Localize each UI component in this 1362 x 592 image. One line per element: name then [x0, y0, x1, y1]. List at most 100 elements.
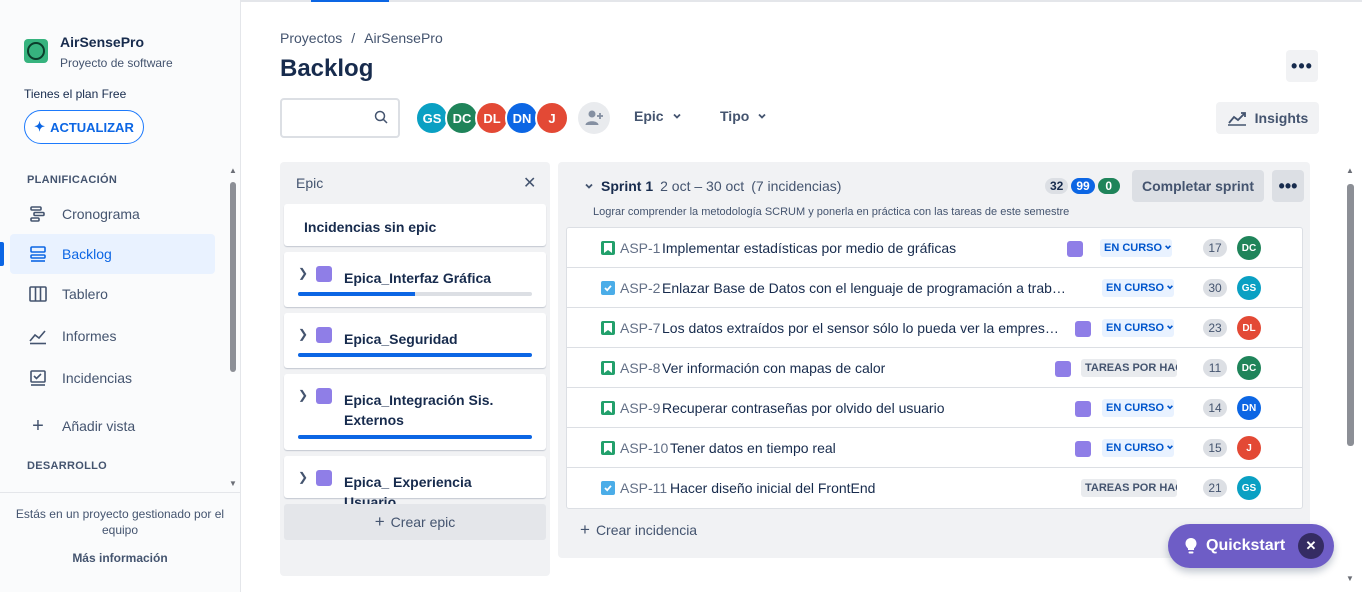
epic-color-swatch	[316, 388, 332, 404]
jira-backlog-app: AirSensePro Proyecto de software Tienes …	[0, 0, 1362, 592]
issue-title[interactable]: Ver información con mapas de calor	[662, 360, 885, 376]
status-dropdown[interactable]: EN CURSO	[1102, 279, 1174, 297]
epic-color-swatch	[1075, 401, 1091, 417]
more-info-link[interactable]: Más información	[0, 550, 240, 566]
issue-row[interactable]: ASP-8 Ver información con mapas de calor T…	[567, 348, 1302, 388]
assignee-avatar[interactable]: DN	[1237, 396, 1261, 420]
sidebar-item-tablero[interactable]: Tablero	[10, 274, 215, 314]
chevron-right-icon[interactable]: ❯	[298, 470, 308, 484]
story-points-badge[interactable]: 21	[1203, 479, 1227, 497]
story-points-badge[interactable]: 17	[1203, 239, 1227, 257]
epic-card[interactable]: ❯ Epica_Interfaz Gráfica	[284, 252, 546, 307]
more-actions-button[interactable]: •••	[1286, 50, 1318, 82]
avatar[interactable]: GS	[415, 101, 449, 135]
status-label: EN CURSO	[1104, 242, 1163, 254]
assignee-avatar[interactable]: DC	[1237, 356, 1261, 380]
epic-card[interactable]: ❯ Epica_Seguridad	[284, 313, 546, 368]
sprint-header[interactable]: Sprint 1 2 oct – 30 oct (7 incidencias)	[584, 178, 841, 194]
status-label: EN CURSO	[1106, 322, 1165, 334]
issue-row[interactable]: ASP-2 Enlazar Base de Datos con el lengua…	[567, 268, 1302, 308]
assignee-avatar[interactable]: GS	[1237, 476, 1261, 500]
breadcrumb-project[interactable]: AirSensePro	[364, 30, 443, 46]
epic-filter-dropdown[interactable]: Epic	[634, 108, 682, 124]
avatar[interactable]: DN	[505, 101, 539, 135]
issue-key[interactable]: ASP-11	[620, 480, 667, 496]
epic-card[interactable]: ❯ Epica_Integración Sis. Externos	[284, 374, 546, 450]
assignee-avatar[interactable]: J	[1237, 436, 1261, 460]
issue-key[interactable]: ASP-9	[620, 400, 660, 416]
sprint-more-button[interactable]: •••	[1272, 170, 1304, 202]
issue-title[interactable]: Los datos extraídos por el sensor sólo l…	[662, 320, 1065, 336]
no-epic-item[interactable]: Incidencias sin epic	[284, 204, 546, 246]
sidebar-item-cronograma[interactable]: Cronograma	[10, 194, 215, 234]
issue-title[interactable]: Implementar estadísticas por medio de gr…	[662, 240, 956, 256]
chevron-right-icon[interactable]: ❯	[298, 266, 308, 280]
epic-color-swatch	[316, 327, 332, 343]
project-header[interactable]: AirSensePro Proyecto de software	[24, 34, 173, 70]
avatar[interactable]: DC	[445, 101, 479, 135]
status-dropdown[interactable]: EN CURSO	[1102, 399, 1174, 417]
status-dropdown[interactable]: EN CURSO	[1102, 319, 1174, 337]
epic-color-swatch	[1075, 441, 1091, 457]
issue-key[interactable]: ASP-8	[620, 360, 660, 376]
quickstart-button[interactable]: Quickstart ✕	[1168, 524, 1334, 568]
type-filter-dropdown[interactable]: Tipo	[720, 108, 767, 124]
main-scrollbar[interactable]: ▲ ▼	[1345, 166, 1355, 586]
issue-row[interactable]: ASP-1 Implementar estadísticas por medio …	[567, 228, 1302, 268]
issue-title[interactable]: Tener datos en tiempo real	[670, 440, 836, 456]
story-points-badge[interactable]: 30	[1203, 279, 1227, 297]
issue-title[interactable]: Hacer diseño inicial del FrontEnd	[670, 480, 875, 496]
status-dropdown[interactable]: EN CURSO	[1100, 239, 1172, 257]
epic-card[interactable]: ❯ Epica_ Experiencia Usuario	[284, 456, 546, 510]
issue-title[interactable]: Recuperar contraseñas por olvido del usu…	[662, 400, 945, 416]
issue-key[interactable]: ASP-7	[620, 320, 660, 336]
issue-title[interactable]: Enlazar Base de Datos con el lenguaje de…	[662, 280, 1072, 296]
sidebar-scrollbar[interactable]: ▲ ▼	[229, 166, 237, 491]
search-input[interactable]	[280, 98, 400, 138]
assignee-avatar[interactable]: DL	[1237, 316, 1261, 340]
create-epic-button[interactable]: + Crear epic	[284, 504, 546, 540]
create-issue-button[interactable]: + Crear incidencia	[580, 520, 697, 540]
assignee-avatar[interactable]: GS	[1237, 276, 1261, 300]
issue-key[interactable]: ASP-10	[620, 440, 668, 456]
sidebar-item-informes[interactable]: Informes	[10, 316, 215, 356]
issue-list: ASP-1 Implementar estadísticas por medio …	[566, 227, 1303, 509]
issue-row[interactable]: ASP-11 Hacer diseño inicial del FrontEnd T…	[567, 468, 1302, 508]
issue-row[interactable]: ASP-9 Recuperar contraseñas por olvido de…	[567, 388, 1302, 428]
story-points-badge[interactable]: 15	[1203, 439, 1227, 457]
story-points-badge[interactable]: 14	[1203, 399, 1227, 417]
chevron-down-icon	[1164, 242, 1172, 254]
upgrade-button[interactable]: ✦ ACTUALIZAR	[24, 110, 144, 144]
scroll-up-icon[interactable]: ▲	[1346, 166, 1354, 175]
scroll-up-icon[interactable]: ▲	[229, 166, 237, 175]
breadcrumb-projects[interactable]: Proyectos	[280, 30, 342, 46]
chevron-right-icon[interactable]: ❯	[298, 388, 308, 402]
close-icon[interactable]: ✕	[1298, 533, 1324, 559]
add-person-button[interactable]	[578, 102, 610, 134]
scroll-down-icon[interactable]: ▼	[1346, 574, 1354, 583]
story-points-badge[interactable]: 11	[1203, 359, 1227, 377]
issue-key[interactable]: ASP-1	[620, 240, 660, 256]
sidebar-item-backlog[interactable]: Backlog	[0, 234, 215, 274]
avatar[interactable]: J	[535, 101, 569, 135]
avatar[interactable]: DL	[475, 101, 509, 135]
issue-row[interactable]: ASP-10 Tener datos en tiempo real EN CURSO…	[567, 428, 1302, 468]
sidebar-item-add-view[interactable]: + Añadir vista	[10, 406, 215, 446]
chevron-right-icon[interactable]: ❯	[298, 327, 308, 341]
close-icon[interactable]: ✕	[523, 173, 536, 193]
scrollbar-thumb[interactable]	[230, 182, 236, 372]
chevron-down-icon[interactable]	[584, 181, 594, 191]
insights-button[interactable]: Insights	[1216, 102, 1319, 134]
scroll-down-icon[interactable]: ▼	[229, 479, 237, 488]
scrollbar-thumb[interactable]	[1347, 184, 1354, 446]
create-issue-label: Crear incidencia	[595, 522, 698, 538]
story-points-badge[interactable]: 23	[1203, 319, 1227, 337]
status-dropdown[interactable]: TAREAS POR HAC	[1081, 359, 1177, 377]
status-dropdown[interactable]: TAREAS POR HAC	[1081, 479, 1177, 497]
complete-sprint-button[interactable]: Completar sprint	[1132, 170, 1264, 202]
issue-row[interactable]: ASP-7 Los datos extraídos por el sensor s…	[567, 308, 1302, 348]
sidebar-item-incidencias[interactable]: Incidencias	[10, 358, 215, 398]
issue-key[interactable]: ASP-2	[620, 280, 660, 296]
assignee-avatar[interactable]: DC	[1237, 236, 1261, 260]
status-dropdown[interactable]: EN CURSO	[1102, 439, 1174, 457]
